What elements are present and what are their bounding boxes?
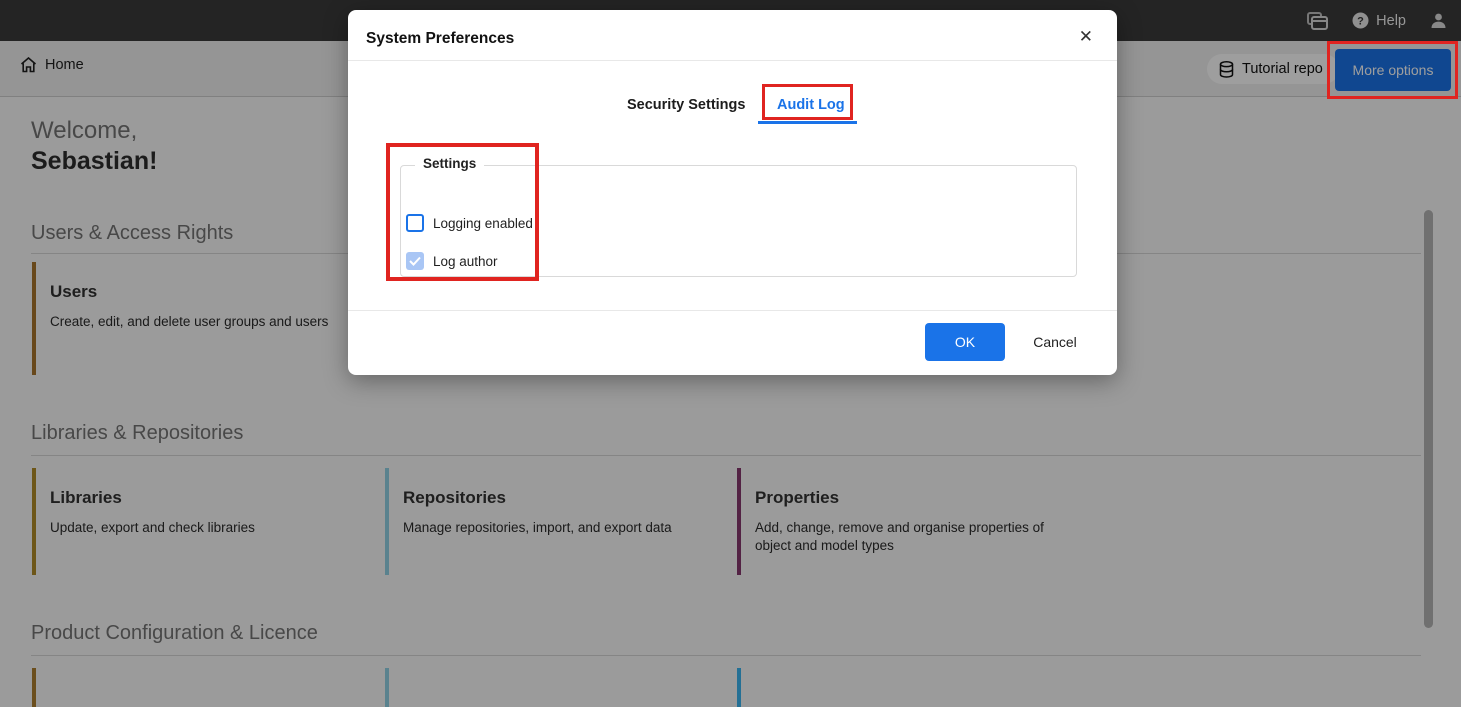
header-divider — [348, 60, 1117, 61]
tab-label: Security Settings — [627, 97, 745, 113]
settings-fieldset: Settings Logging enabled Log author — [400, 165, 1077, 277]
app-window: ? Help Home — [0, 0, 1461, 707]
system-preferences-dialog: System Preferences ✕ Security Settings A… — [348, 10, 1117, 375]
close-icon[interactable]: ✕ — [1079, 28, 1093, 45]
checkbox-row-logging-enabled: Logging enabled — [406, 214, 533, 232]
log-author-checkbox[interactable] — [406, 252, 424, 270]
logging-enabled-checkbox[interactable] — [406, 214, 424, 232]
checkbox-label: Logging enabled — [433, 216, 533, 231]
dialog-title: System Preferences — [366, 30, 514, 48]
checkbox-label: Log author — [433, 254, 498, 269]
tab-security-settings[interactable]: Security Settings — [627, 97, 745, 113]
cancel-button[interactable]: Cancel — [1010, 323, 1100, 361]
ok-button[interactable]: OK — [925, 323, 1005, 361]
tab-audit-log[interactable]: Audit Log — [777, 97, 845, 113]
tab-label: Audit Log — [777, 97, 845, 113]
footer-divider — [348, 310, 1117, 311]
active-tab-underline — [758, 121, 857, 124]
settings-legend: Settings — [415, 156, 484, 171]
checkbox-row-log-author: Log author — [406, 252, 498, 270]
checkmark-icon — [409, 256, 421, 266]
